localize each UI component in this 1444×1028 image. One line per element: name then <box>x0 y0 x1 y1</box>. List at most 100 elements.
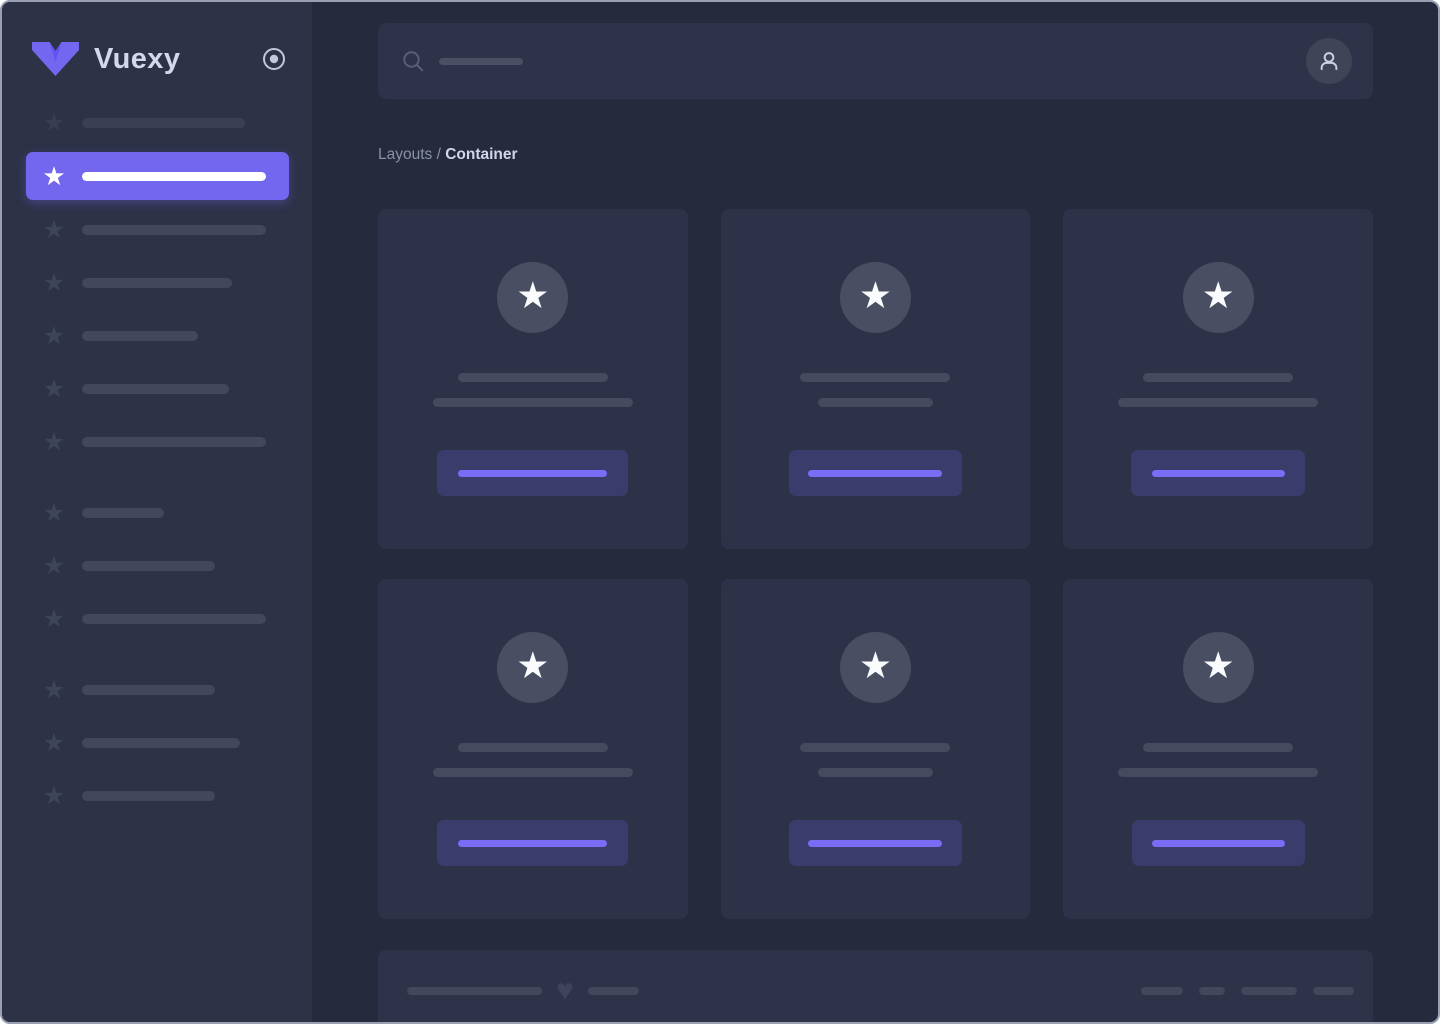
footer-link-bar <box>1313 987 1354 995</box>
heart-icon: ♥ <box>556 974 574 1007</box>
sidebar-item-skeleton[interactable]: ★ <box>42 676 289 704</box>
button-label-bar <box>808 839 943 847</box>
star-icon: ★ <box>42 322 66 350</box>
star-icon: ★ <box>42 605 66 633</box>
breadcrumb-current: Container <box>445 146 518 163</box>
card-subtitle-bar <box>432 398 633 407</box>
sidebar: Vuexy ★ ★ ★ ★ ★ ★ ★ ★ ★ ★ ★ ★ ★ <box>2 2 312 1022</box>
sidebar-item-skeleton[interactable]: ★ <box>42 109 289 137</box>
breadcrumb: Layouts / Container <box>378 147 1373 163</box>
footer-link-bar <box>1199 987 1225 995</box>
footer-link-bar <box>1141 987 1183 995</box>
star-icon: ★ <box>42 428 66 456</box>
card-action-button[interactable] <box>437 450 629 496</box>
star-icon: ★ <box>858 645 893 686</box>
person-icon <box>1320 52 1338 71</box>
sidebar-item-label-bar <box>82 738 240 748</box>
sidebar-item-skeleton[interactable]: ★ <box>42 605 289 633</box>
button-label-bar <box>808 469 943 477</box>
card-title-bar <box>800 743 951 752</box>
card-avatar-circle: ★ <box>497 262 569 333</box>
card-action-button[interactable] <box>437 820 629 866</box>
sidebar-item-label-bar <box>82 278 232 288</box>
sidebar-item-label-bar <box>82 118 245 128</box>
sidebar-item-label-bar <box>82 437 266 447</box>
sidebar-item-skeleton[interactable]: ★ <box>42 428 289 456</box>
sidebar-item-label-bar <box>82 225 266 235</box>
button-label-bar <box>458 839 608 847</box>
card-action-button[interactable] <box>1131 820 1305 866</box>
skeleton-card: ★ <box>378 579 688 919</box>
sidebar-item-label-bar <box>82 685 215 695</box>
sidebar-item-skeleton[interactable]: ★ <box>42 552 289 580</box>
star-icon: ★ <box>42 552 66 580</box>
sidebar-item-active[interactable]: ★ <box>26 152 289 200</box>
star-icon: ★ <box>42 676 66 704</box>
skeleton-card: ★ <box>1063 209 1373 549</box>
card-grid: ★ ★ ★ ★ ★ ★ <box>378 209 1373 919</box>
star-icon: ★ <box>42 109 66 137</box>
sidebar-item-label-bar <box>82 508 164 518</box>
card-title-bar <box>457 743 608 752</box>
sidebar-item-skeleton[interactable]: ★ <box>42 322 289 350</box>
breadcrumb-layouts[interactable]: Layouts <box>378 146 432 163</box>
card-avatar-circle: ★ <box>1182 632 1254 703</box>
sidebar-item-skeleton[interactable]: ★ <box>42 375 289 403</box>
card-action-button[interactable] <box>1131 450 1306 496</box>
card-title-bar <box>1143 373 1294 382</box>
user-avatar[interactable] <box>1306 38 1352 84</box>
skeleton-card: ★ <box>720 209 1031 549</box>
search-bar[interactable] <box>378 23 1373 99</box>
star-icon: ★ <box>42 375 66 403</box>
sidebar-item-label-bar <box>82 561 215 571</box>
footer: ♥ <box>378 950 1373 1022</box>
breadcrumb-separator: / <box>432 146 446 163</box>
sidebar-item-label-bar <box>82 614 266 624</box>
card-subtitle-bar <box>432 768 633 777</box>
card-avatar-circle: ★ <box>839 262 911 333</box>
card-action-button[interactable] <box>788 820 962 866</box>
card-subtitle-bar <box>817 398 933 407</box>
star-icon: ★ <box>42 729 66 757</box>
skeleton-card: ★ <box>720 579 1031 919</box>
card-avatar-circle: ★ <box>839 632 911 703</box>
sidebar-item-label-bar <box>82 384 229 394</box>
card-avatar-circle: ★ <box>497 632 569 703</box>
star-icon: ★ <box>516 645 550 686</box>
footer-credit-bar <box>587 987 639 995</box>
star-icon: ★ <box>42 782 66 810</box>
search-icon <box>403 51 424 72</box>
star-icon: ★ <box>42 499 66 527</box>
star-icon: ★ <box>42 269 66 297</box>
sidebar-item-skeleton[interactable]: ★ <box>42 782 289 810</box>
sidebar-item-label-bar <box>82 171 266 181</box>
skeleton-card: ★ <box>378 209 688 549</box>
footer-links <box>1141 987 1354 995</box>
sidebar-item-label-bar <box>82 791 215 801</box>
card-title-bar <box>800 373 951 382</box>
sidebar-item-skeleton[interactable]: ★ <box>42 499 289 527</box>
sidebar-pin-toggle-icon[interactable] <box>262 47 286 71</box>
sidebar-item-skeleton[interactable]: ★ <box>42 269 289 297</box>
search-input-placeholder-bar[interactable] <box>439 57 523 65</box>
button-label-bar <box>1151 469 1285 477</box>
button-label-bar <box>458 469 608 477</box>
sidebar-item-skeleton[interactable]: ★ <box>42 729 289 757</box>
main-content: Layouts / Container ★ ★ ★ ★ ★ ★ ♥ <box>312 2 1438 1022</box>
star-icon: ★ <box>42 216 66 244</box>
card-avatar-circle: ★ <box>1182 262 1254 333</box>
sidebar-item-skeleton[interactable]: ★ <box>42 216 289 244</box>
star-icon: ★ <box>858 275 893 316</box>
app-window: Vuexy ★ ★ ★ ★ ★ ★ ★ ★ ★ ★ ★ ★ ★ Layouts / Contai <box>0 0 1440 1024</box>
sidebar-item-label-bar <box>82 331 198 341</box>
button-label-bar <box>1151 839 1285 847</box>
star-icon: ★ <box>42 161 66 191</box>
card-action-button[interactable] <box>788 450 962 496</box>
vuexy-logo-icon <box>32 42 79 76</box>
card-title-bar <box>1143 743 1294 752</box>
brand-title: Vuexy <box>94 42 181 75</box>
card-subtitle-bar <box>1118 768 1319 777</box>
sidebar-header: Vuexy <box>2 2 312 76</box>
sidebar-menu: ★ ★ ★ ★ ★ ★ ★ ★ ★ ★ ★ ★ ★ <box>2 109 312 810</box>
footer-copyright-bar <box>407 987 542 995</box>
